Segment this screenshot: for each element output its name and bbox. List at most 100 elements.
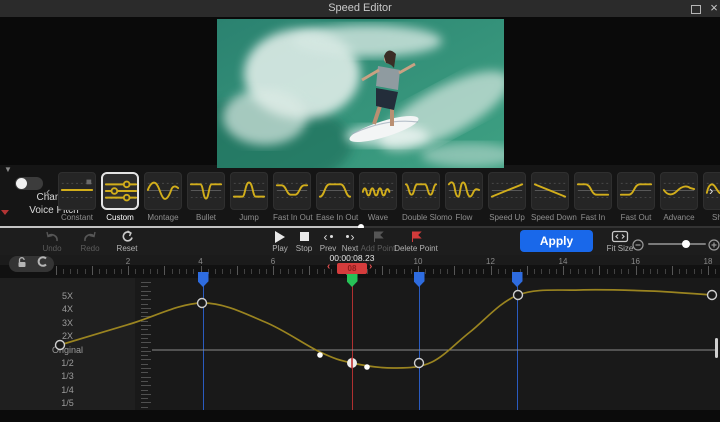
curve-keyframe-point[interactable]: [198, 299, 207, 308]
preset-card-fast-in[interactable]: Fast In: [574, 172, 612, 224]
ruler-tick: [114, 269, 115, 274]
surfer-frame: [217, 19, 504, 168]
frame-back-arrow-icon[interactable]: ‹: [327, 261, 330, 272]
ruler-tick: [331, 269, 332, 274]
window-title: Speed Editor: [0, 2, 720, 14]
graph-ruler-tick: [141, 286, 148, 287]
scroll-left-icon[interactable]: ‹: [46, 184, 50, 199]
preset-curve-icon: [445, 172, 483, 210]
curve-handle-dot[interactable]: [364, 364, 370, 370]
maximize-icon[interactable]: [691, 5, 701, 14]
ruler-tick: [244, 269, 245, 274]
preset-card-flow[interactable]: Flow: [445, 172, 483, 224]
ruler-tick: [549, 269, 550, 274]
preset-card-montage[interactable]: Montage: [144, 172, 182, 224]
ruler-tick: [85, 269, 86, 274]
preset-curve-icon: [574, 172, 612, 210]
playhead-line: [352, 274, 353, 410]
preset-cards: Constant CustomMontage Bullet JumpFast In O…: [58, 172, 720, 224]
ruler-tick: [375, 269, 376, 274]
close-icon[interactable]: ×: [707, 0, 720, 17]
preset-card-fast-out[interactable]: Fast Out: [617, 172, 655, 224]
graph-ruler-tick: [141, 282, 151, 283]
ruler-tick: [215, 269, 216, 274]
scroll-right-icon[interactable]: ›: [709, 183, 713, 198]
zoom-slider-handle[interactable]: [682, 240, 690, 248]
apply-button[interactable]: Apply: [520, 230, 593, 252]
ruler-number: 2: [126, 257, 130, 266]
ruler-tick: [259, 269, 260, 274]
ruler-tick: [563, 266, 564, 275]
ruler-tick: [686, 269, 687, 274]
graph-ruler-tick: [141, 381, 148, 382]
keyframe-line: [517, 286, 518, 410]
curve-keyframe-point[interactable]: [708, 291, 717, 300]
preset-card-speed-down[interactable]: Speed Down: [531, 172, 569, 224]
speed-label: 1/5: [20, 398, 115, 408]
preset-card-custom[interactable]: Custom: [101, 172, 139, 224]
preset-curve-icon: [488, 172, 526, 210]
ruler-tick: [498, 269, 499, 274]
delete-point-button[interactable]: Delete Point: [386, 230, 446, 253]
ruler-tick: [92, 266, 93, 275]
zoom-slider-track[interactable]: [648, 243, 706, 245]
preset-label: Bullet: [187, 213, 225, 222]
preset-curve-icon: [402, 172, 440, 210]
ruler-tick: [621, 269, 622, 274]
preset-card-constant[interactable]: Constant: [58, 172, 96, 224]
graph-ruler-tick: [141, 347, 148, 348]
voice-pitch-toggle[interactable]: [15, 177, 43, 190]
ruler-tick: [672, 266, 673, 275]
preset-curve-icon: [144, 172, 182, 210]
ruler-tick: [317, 269, 318, 274]
ruler-tick: [288, 269, 289, 274]
playhead-timecode: 00:00:08.23: [312, 253, 392, 263]
preset-card-bullet[interactable]: Bullet: [187, 172, 225, 224]
ruler-tick: [179, 269, 180, 274]
ruler-tick: [309, 266, 310, 275]
ruler-tick: [251, 269, 252, 274]
reset-button[interactable]: Reset: [97, 230, 157, 253]
magnet-icon[interactable]: [35, 255, 48, 273]
zoom-out-icon[interactable]: [632, 238, 644, 256]
ruler-number: 16: [631, 257, 640, 266]
ruler-tick: [106, 269, 107, 274]
preset-card-show[interactable]: Show: [703, 172, 720, 224]
curve-playhead-point[interactable]: [347, 358, 357, 368]
graph-ruler-tick: [141, 338, 148, 339]
ruler-number: 10: [414, 257, 423, 266]
graph-ruler-tick: [141, 308, 151, 309]
preset-card-jump[interactable]: Jump: [230, 172, 268, 224]
ruler-tick: [650, 269, 651, 274]
preset-curve-icon: [660, 172, 698, 210]
curve-handle-dot[interactable]: [317, 352, 323, 358]
curve-keyframe-point[interactable]: [56, 341, 65, 350]
preset-card-wave[interactable]: Wave: [359, 172, 397, 224]
frame-badge[interactable]: 08: [337, 263, 367, 274]
preset-card-fast-in-out[interactable]: Fast In Out: [273, 172, 311, 224]
delete-point-icon: [386, 230, 446, 243]
curve-keyframe-point[interactable]: [415, 359, 424, 368]
zoom-in-icon[interactable]: [708, 238, 720, 256]
frame-forward-arrow-icon[interactable]: ›: [369, 261, 372, 272]
preset-curve-icon: [316, 172, 354, 210]
graph-vertical-scrollbar[interactable]: [715, 338, 718, 358]
preset-card-speed-up[interactable]: Speed Up: [488, 172, 526, 224]
ruler-tick: [230, 269, 231, 274]
ruler-tick: [157, 269, 158, 274]
preset-card-ease-in-out[interactable]: Ease In Out: [316, 172, 354, 224]
preset-label: Show: [703, 213, 720, 222]
ruler-number: 18: [704, 257, 713, 266]
preset-card-advance[interactable]: Advance: [660, 172, 698, 224]
curve-keyframe-point[interactable]: [514, 291, 523, 300]
preset-card-double-slomo[interactable]: Double Slomo: [402, 172, 440, 224]
speed-label: 5X: [20, 291, 115, 301]
ruler-tick: [454, 266, 455, 275]
graph-ruler-tick: [141, 316, 151, 317]
ruler-tick: [491, 266, 492, 275]
collapse-arrow-icon[interactable]: ▼: [4, 165, 12, 174]
lock-icon[interactable]: [15, 255, 28, 273]
preset-label: Constant: [58, 213, 96, 222]
ruler-tick: [607, 269, 608, 274]
graph-ruler-tick: [141, 385, 151, 386]
